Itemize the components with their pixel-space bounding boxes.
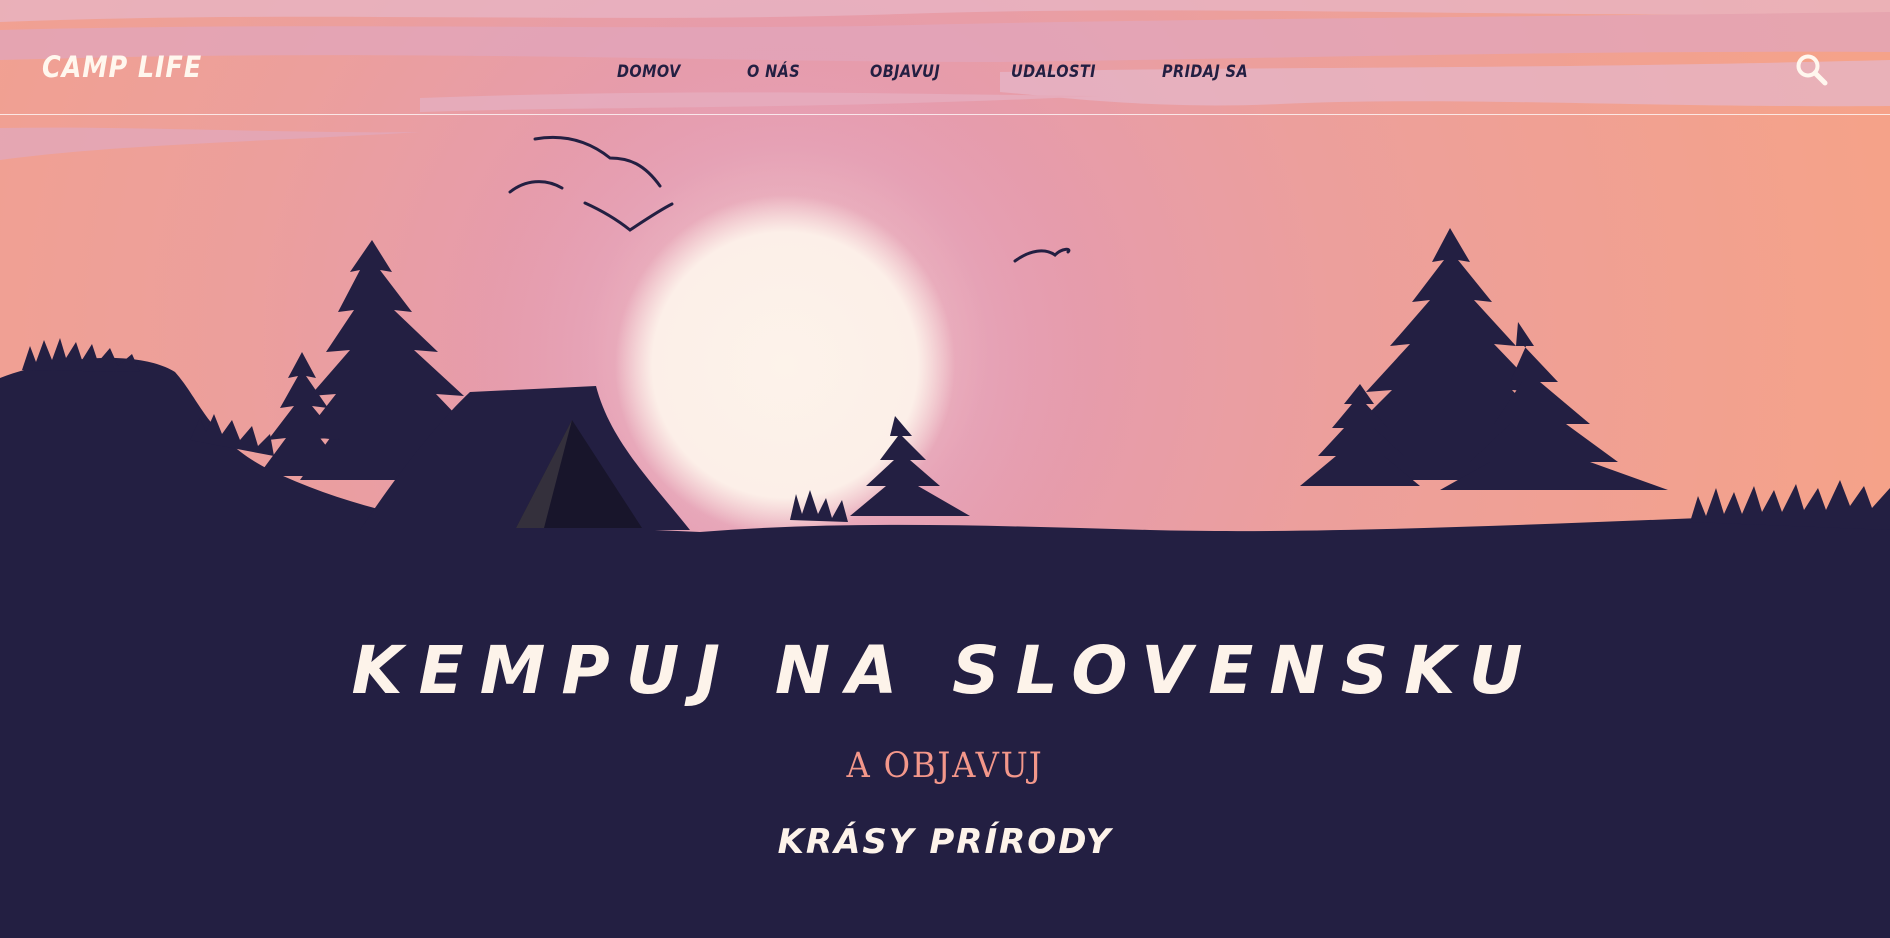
nav-item-pridaj-sa[interactable]: PRIDAJ SA [1162,62,1248,82]
site-logo[interactable]: CAMP LIFE [42,50,202,84]
nav-item-o-nas[interactable]: O NÁS [747,62,852,82]
nav-item-objavuj[interactable]: OBJAVUJ [870,62,990,82]
nav-item-udalosti[interactable]: UDALOSTI [1011,62,1139,82]
hero-illustration [0,0,1890,938]
top-navigation: CAMP LIFE DOMOV O NÁS OBJAVUJ UDALOSTI P… [0,0,1890,115]
hero-tagline: KRÁSY PRÍRODY [777,822,1113,862]
search-icon[interactable] [1794,52,1828,86]
hero-subtitle: A OBJAVUJ [846,746,1044,786]
main-menu: DOMOV O NÁS OBJAVUJ UDALOSTI PRIDAJ SA [617,62,1263,82]
nav-item-domov[interactable]: DOMOV [617,62,728,82]
hero-title: KEMPUJ NA SLOVENSKU [351,632,1539,709]
